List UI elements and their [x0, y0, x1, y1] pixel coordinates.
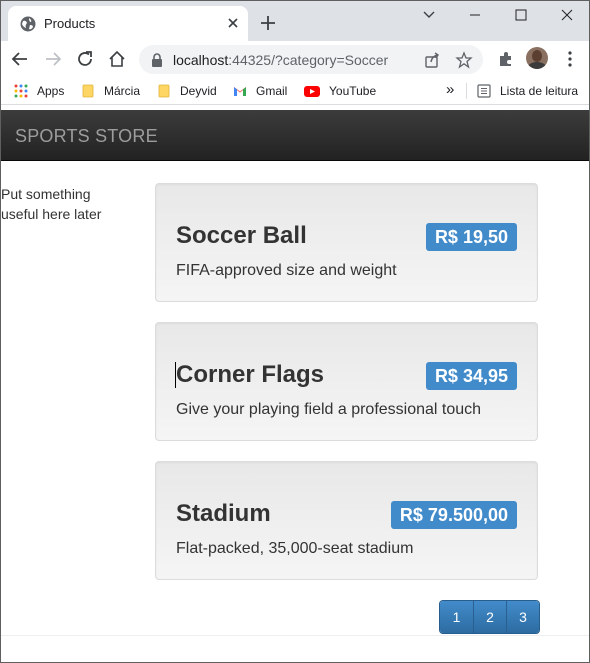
folder-icon	[158, 84, 170, 98]
price-badge: R$ 34,95	[425, 362, 517, 390]
browser-toolbar: localhost:44325/?category=Soccer	[0, 41, 590, 77]
maximize-icon	[515, 9, 527, 21]
gmail-icon	[234, 87, 246, 96]
sidebar-placeholder-text: Put something useful here later	[1, 186, 102, 222]
bookmark-gmail[interactable]: Gmail	[233, 82, 287, 100]
brand-title[interactable]: SPORTS STORE	[15, 126, 158, 147]
reading-list-button[interactable]: Lista de leitura	[477, 82, 578, 100]
bookmark-apps[interactable]: Apps	[14, 82, 64, 100]
more-bookmarks-label: »	[446, 80, 455, 98]
product-name: Soccer Ball	[176, 222, 307, 249]
close-icon	[561, 9, 573, 21]
tab-title: Products	[44, 16, 96, 31]
reading-list-label: Lista de leitura	[500, 84, 579, 98]
apps-grid-icon	[14, 84, 28, 98]
window-close-button[interactable]	[544, 0, 590, 30]
page-button-3[interactable]: 3	[506, 601, 539, 633]
bookmark-label: Gmail	[256, 84, 288, 98]
bookmarks-bar: Apps Márcia Deyvid Gmail YouTube » Lista…	[0, 77, 590, 105]
site-navbar: SPORTS STORE	[0, 110, 590, 161]
home-icon[interactable]	[107, 49, 127, 69]
minimize-icon	[470, 14, 480, 16]
url-text[interactable]: localhost:44325/?category=Soccer	[173, 52, 388, 68]
bookmark-label: Márcia	[104, 84, 141, 98]
chevron-down-icon	[423, 11, 435, 18]
price-badge: R$ 19,50	[425, 223, 517, 251]
reading-list-icon	[477, 84, 491, 98]
address-bar[interactable]: localhost:44325/?category=Soccer	[139, 45, 483, 74]
product-card: Corner Flags R$ 34,95 Give your playing …	[155, 322, 538, 441]
new-tab-icon[interactable]	[258, 13, 278, 33]
product-name: Stadium	[176, 500, 271, 527]
lock-icon[interactable]	[151, 53, 163, 67]
price-badge: R$ 79.500,00	[390, 501, 517, 529]
bookmark-label: YouTube	[329, 84, 377, 98]
extensions-icon[interactable]	[496, 49, 516, 69]
close-icon[interactable]	[224, 14, 242, 32]
product-card: Stadium R$ 79.500,00 Flat-packed, 35,000…	[155, 461, 538, 580]
page-button-1[interactable]: 1	[440, 601, 473, 633]
tab-strip: Products	[0, 0, 590, 41]
menu-dots-icon[interactable]	[560, 49, 580, 69]
bookmark-deyvid[interactable]: Deyvid	[157, 82, 217, 100]
tab-search-button[interactable]	[406, 0, 452, 30]
browser-tab[interactable]: Products	[8, 6, 248, 41]
avatar[interactable]	[526, 47, 548, 69]
bookmark-label: Deyvid	[180, 84, 217, 98]
page-button-2[interactable]: 2	[473, 601, 506, 633]
youtube-icon	[304, 86, 320, 97]
bookmark-label: Apps	[37, 84, 65, 98]
share-icon[interactable]	[423, 51, 441, 69]
reload-icon[interactable]	[75, 49, 95, 69]
product-card: Soccer Ball R$ 19,50 FIFA-approved size …	[155, 183, 538, 302]
product-description: Give your playing field a professional t…	[176, 401, 482, 418]
bookmark-youtube[interactable]: YouTube	[304, 82, 376, 100]
pagination: 1 2 3	[439, 600, 540, 634]
forward-arrow-icon[interactable]	[43, 49, 63, 69]
bookmarks-divider	[466, 83, 467, 99]
product-description: Flat-packed, 35,000-seat stadium	[176, 540, 414, 557]
more-bookmarks-button[interactable]: »	[446, 80, 454, 98]
folder-icon	[82, 84, 94, 98]
globe-icon	[20, 16, 36, 32]
footer-divider	[0, 635, 590, 636]
back-arrow-icon[interactable]	[10, 49, 30, 69]
minimize-button[interactable]	[452, 0, 498, 30]
maximize-button[interactable]	[498, 0, 544, 30]
product-name: Corner Flags	[176, 361, 325, 388]
product-description: FIFA-approved size and weight	[176, 262, 397, 279]
bookmark-marcia[interactable]: Márcia	[81, 82, 140, 100]
star-icon[interactable]	[455, 51, 473, 69]
